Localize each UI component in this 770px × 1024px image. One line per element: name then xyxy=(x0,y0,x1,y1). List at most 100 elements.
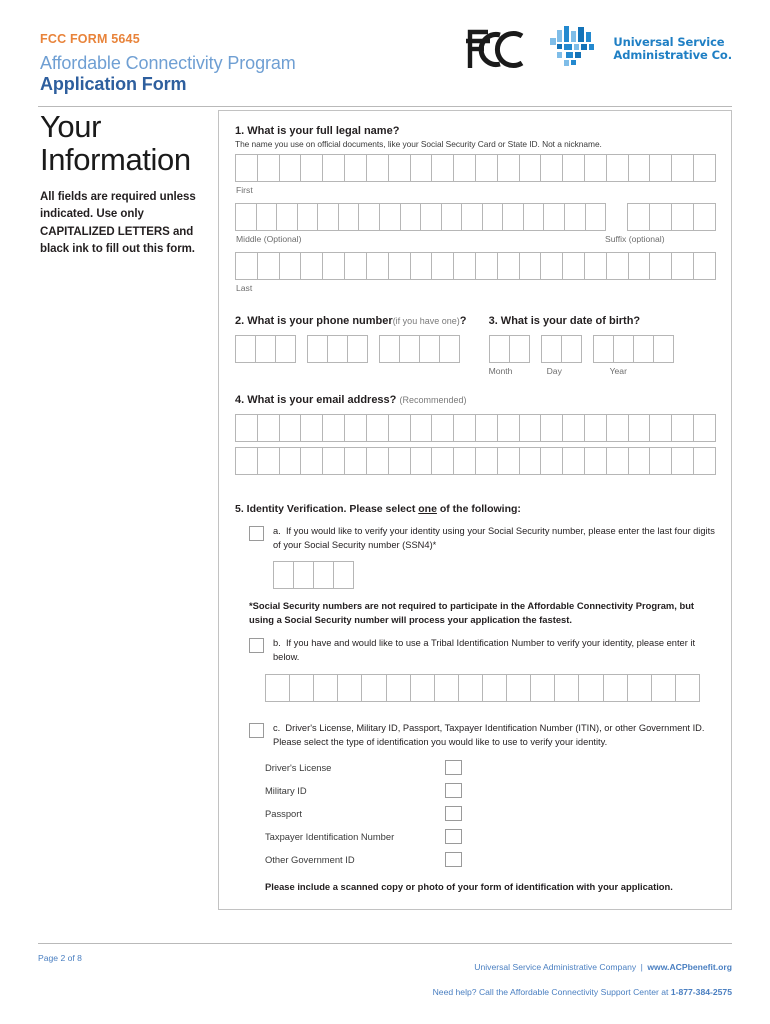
last-name-cell[interactable] xyxy=(256,252,280,280)
dob-cell[interactable] xyxy=(508,335,530,363)
middle-name-cell[interactable] xyxy=(317,203,339,231)
email-cell[interactable] xyxy=(387,447,411,475)
middle-name-cell[interactable] xyxy=(481,203,504,231)
footer-website-link[interactable]: www.ACPbenefit.org xyxy=(647,962,732,972)
tribal-id-cell[interactable] xyxy=(409,674,435,703)
middle-name-cell[interactable] xyxy=(296,203,319,231)
tribal-id-cell[interactable] xyxy=(337,674,363,703)
suffix-cell[interactable] xyxy=(693,203,716,231)
first-name-cell[interactable] xyxy=(409,154,433,182)
phone-cell[interactable] xyxy=(255,335,276,363)
last-name-cell[interactable] xyxy=(474,252,498,280)
email-cell[interactable] xyxy=(453,447,476,475)
ssn4-cell[interactable] xyxy=(293,560,314,589)
first-name-cell[interactable] xyxy=(300,154,324,182)
suffix-cell[interactable] xyxy=(627,203,650,231)
email-cell[interactable] xyxy=(474,447,498,475)
email-cell[interactable] xyxy=(409,414,433,442)
first-name-cell[interactable] xyxy=(365,154,389,182)
id-type-checkbox[interactable] xyxy=(445,829,462,845)
middle-name-cell[interactable] xyxy=(502,203,524,231)
middle-name-cell[interactable] xyxy=(564,203,586,231)
middle-name-cell[interactable] xyxy=(235,203,257,231)
tribal-id-cell[interactable] xyxy=(289,674,315,703)
tribal-id-cell[interactable] xyxy=(433,674,459,703)
last-name-cell[interactable] xyxy=(627,252,651,280)
suffix-cell[interactable] xyxy=(671,203,694,231)
email-cell[interactable] xyxy=(584,414,607,442)
tribal-id-cell[interactable] xyxy=(457,674,483,703)
email-cell[interactable] xyxy=(300,447,324,475)
phone-cell[interactable] xyxy=(347,335,368,363)
middle-name-cell[interactable] xyxy=(255,203,278,231)
last-name-cell[interactable] xyxy=(278,252,302,280)
email-cell[interactable] xyxy=(322,414,346,442)
middle-name-cell[interactable] xyxy=(522,203,545,231)
last-name-cell[interactable] xyxy=(322,252,346,280)
email-cell[interactable] xyxy=(627,447,651,475)
tribal-id-cell[interactable] xyxy=(361,674,387,703)
tribal-id-cell[interactable] xyxy=(674,674,700,703)
middle-name-cell[interactable] xyxy=(440,203,463,231)
last-name-cell[interactable] xyxy=(387,252,411,280)
option-a-checkbox[interactable] xyxy=(249,526,264,541)
option-b-checkbox[interactable] xyxy=(249,638,264,654)
email-cell[interactable] xyxy=(278,447,302,475)
middle-name-cell[interactable] xyxy=(399,203,422,231)
tribal-id-cell[interactable] xyxy=(385,674,411,703)
first-name-cell[interactable] xyxy=(627,154,651,182)
first-name-cell[interactable] xyxy=(671,154,695,182)
email-cell[interactable] xyxy=(518,447,542,475)
last-name-input[interactable] xyxy=(235,252,716,280)
first-name-cell[interactable] xyxy=(278,154,302,182)
middle-name-cell[interactable] xyxy=(358,203,380,231)
email-cell[interactable] xyxy=(300,414,324,442)
email-cell[interactable] xyxy=(235,414,258,442)
option-c-checkbox[interactable] xyxy=(249,723,264,739)
phone-cell[interactable] xyxy=(439,335,460,363)
ssn4-cell[interactable] xyxy=(273,560,294,589)
id-type-checkbox[interactable] xyxy=(445,760,462,776)
last-name-cell[interactable] xyxy=(693,252,716,280)
dob-cell[interactable] xyxy=(592,335,614,363)
tribal-id-cell[interactable] xyxy=(626,674,652,703)
phone-cell[interactable] xyxy=(327,335,348,363)
tribal-id-cell[interactable] xyxy=(481,674,508,703)
phone-cell[interactable] xyxy=(379,335,400,363)
last-name-cell[interactable] xyxy=(562,252,585,280)
middle-name-cell[interactable] xyxy=(461,203,483,231)
first-name-cell[interactable] xyxy=(344,154,367,182)
first-name-cell[interactable] xyxy=(496,154,520,182)
first-name-cell[interactable] xyxy=(649,154,673,182)
last-name-cell[interactable] xyxy=(300,252,324,280)
phone-number-input[interactable] xyxy=(235,335,489,363)
dob-cell[interactable] xyxy=(652,335,674,363)
first-name-cell[interactable] xyxy=(453,154,476,182)
first-name-cell[interactable] xyxy=(431,154,455,182)
first-name-cell[interactable] xyxy=(518,154,542,182)
last-name-cell[interactable] xyxy=(431,252,455,280)
ssn4-cell[interactable] xyxy=(313,560,334,589)
id-type-checkbox[interactable] xyxy=(445,783,462,799)
first-name-cell[interactable] xyxy=(562,154,585,182)
email-cell[interactable] xyxy=(540,447,564,475)
email-cell[interactable] xyxy=(496,447,520,475)
email-cell[interactable] xyxy=(365,447,389,475)
first-name-input[interactable] xyxy=(235,154,716,182)
middle-name-cell[interactable] xyxy=(420,203,442,231)
email-cell[interactable] xyxy=(518,414,542,442)
phone-cell[interactable] xyxy=(275,335,296,363)
email-cell[interactable] xyxy=(562,447,585,475)
tribal-id-input[interactable] xyxy=(265,674,700,703)
email-cell[interactable] xyxy=(387,414,411,442)
email-cell[interactable] xyxy=(649,447,673,475)
phone-cell[interactable] xyxy=(235,335,256,363)
ssn4-cell[interactable] xyxy=(333,560,354,589)
last-name-cell[interactable] xyxy=(605,252,629,280)
dob-cell[interactable] xyxy=(488,335,510,363)
middle-name-cell[interactable] xyxy=(378,203,401,231)
first-name-cell[interactable] xyxy=(322,154,346,182)
email-cell[interactable] xyxy=(605,414,629,442)
email-cell[interactable] xyxy=(278,414,302,442)
middle-name-cell[interactable] xyxy=(276,203,298,231)
